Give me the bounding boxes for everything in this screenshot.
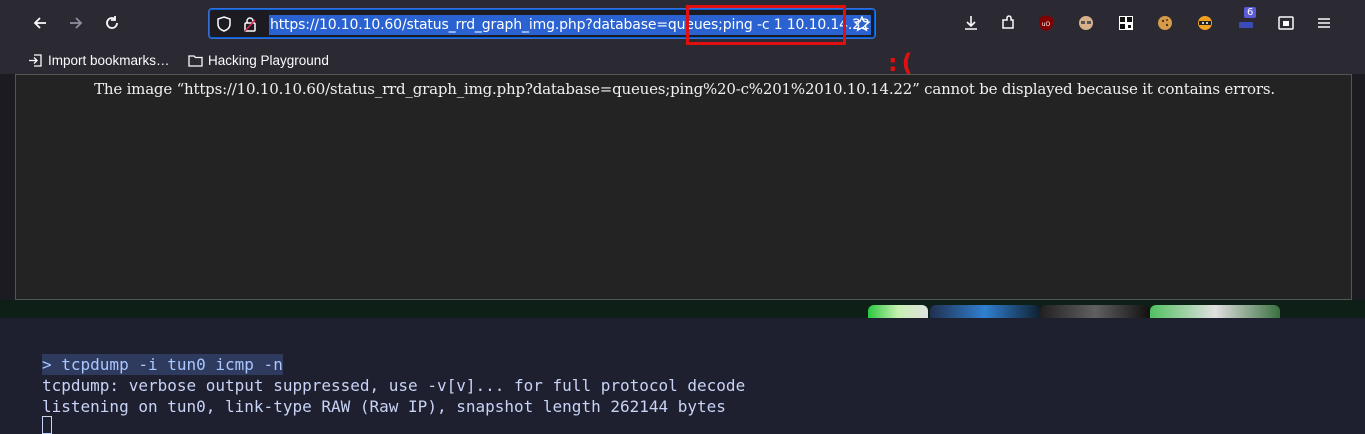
image-error-message: The image “https://10.10.10.60/status_rr…	[94, 80, 1275, 98]
forward-arrow-icon[interactable]	[62, 9, 90, 37]
highlight-box	[686, 5, 846, 45]
bookmark-folder-hacking-playground[interactable]: Hacking Playground	[188, 51, 329, 69]
folder-icon	[188, 54, 203, 67]
ublock-icon[interactable]: uO	[1032, 9, 1060, 37]
menu-icon[interactable]	[1310, 9, 1338, 37]
navigation-toolbar: https://10.10.10.60/status_rrd_graph_img…	[0, 0, 1365, 46]
terminal-command: > tcpdump -i tun0 icmp -n	[42, 354, 283, 375]
browser-window: https://10.10.10.60/status_rrd_graph_img…	[0, 0, 1365, 305]
download-icon[interactable]	[957, 9, 985, 37]
cookie-icon[interactable]	[1151, 9, 1179, 37]
terminal-output-line: tcpdump: verbose output suppressed, use …	[42, 376, 746, 395]
bookmark-label: Import bookmarks…	[48, 52, 170, 68]
terminal-output-line: listening on tun0, link-type RAW (Raw IP…	[42, 397, 726, 416]
tab-count-badge: 6	[1244, 7, 1257, 18]
tab-counter-icon[interactable]	[1272, 9, 1300, 37]
page-content: The image “https://10.10.10.60/status_rr…	[15, 74, 1352, 300]
extensions-icon[interactable]	[994, 9, 1022, 37]
terminal-cursor	[42, 416, 52, 434]
shield-icon[interactable]	[215, 15, 233, 33]
privacy-icon[interactable]	[1072, 9, 1100, 37]
bookmark-label: Hacking Playground	[208, 52, 329, 68]
desktop-wallpaper	[0, 300, 1365, 318]
ninja-icon[interactable]	[1191, 9, 1219, 37]
import-icon	[29, 53, 42, 67]
bookmark-star-icon[interactable]	[853, 15, 871, 33]
container-icon[interactable]: 6	[1232, 7, 1260, 37]
svg-text:uO: uO	[1042, 21, 1051, 28]
lock-icon[interactable]	[241, 15, 259, 33]
sad-face-annotation: :(	[888, 49, 917, 77]
reload-icon[interactable]	[98, 9, 126, 37]
bookmark-import[interactable]: Import bookmarks…	[28, 51, 170, 69]
qr-code-icon[interactable]	[1112, 9, 1140, 37]
bookmarks-toolbar: Import bookmarks… Hacking Playground	[0, 46, 1365, 74]
back-arrow-icon[interactable]	[26, 9, 54, 37]
